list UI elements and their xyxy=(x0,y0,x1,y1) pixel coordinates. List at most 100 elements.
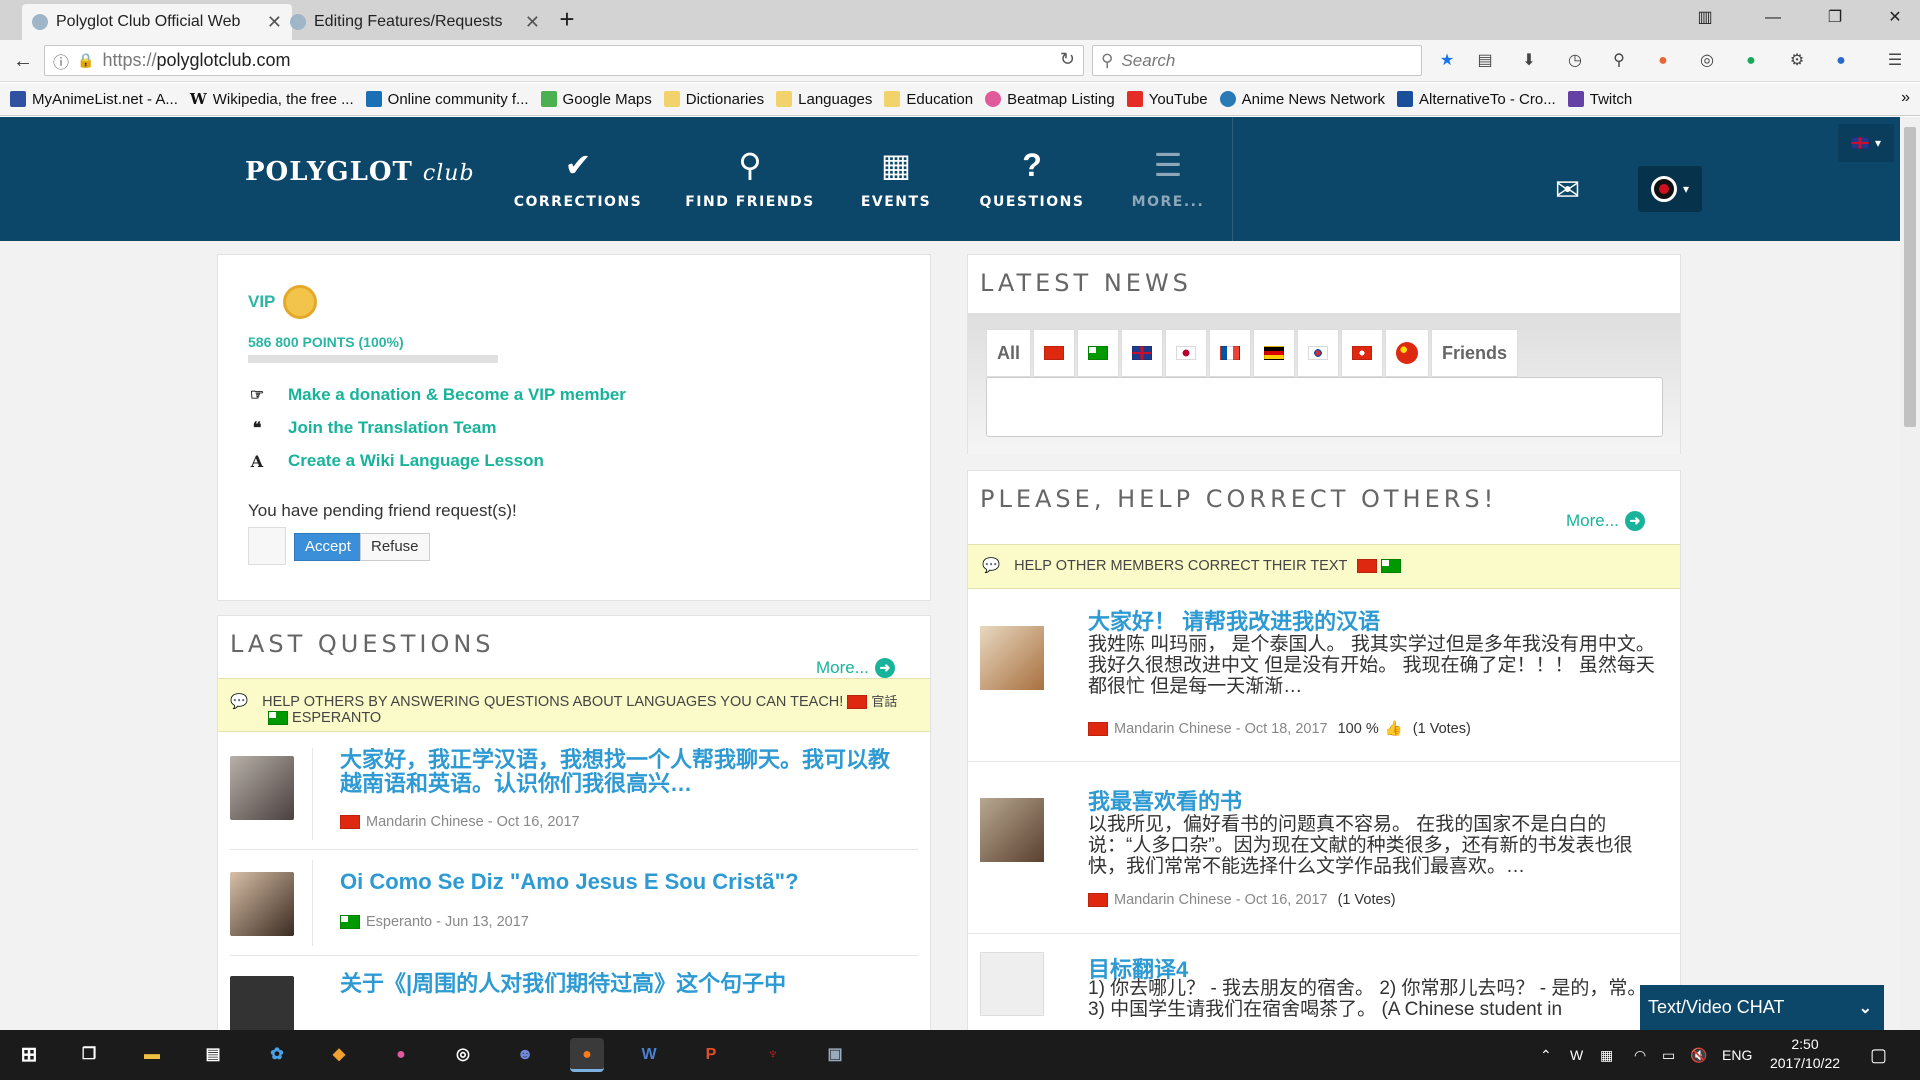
donation-link[interactable]: ☞ Make a donation & Become a VIP member xyxy=(248,385,626,405)
wifi-icon[interactable]: ◠ xyxy=(1634,1030,1646,1080)
questions-more-link[interactable]: More... ➜ xyxy=(816,658,895,678)
news-tab-korean[interactable] xyxy=(1297,329,1340,377)
polyglot-club-logo[interactable]: POLYGLOT club xyxy=(245,157,475,187)
nav-events[interactable]: ▦ EVENTS xyxy=(831,144,961,210)
question-item[interactable]: Oi Como Se Diz "Amo Jesus E Sou Cristã"?… xyxy=(230,850,918,956)
bookmark-item[interactable]: Anime News Network xyxy=(1219,91,1385,108)
bookmark-item[interactable]: Google Maps xyxy=(540,91,652,108)
nav-find-friends[interactable]: ⚲ FIND FRIENDS xyxy=(685,144,815,210)
bookmark-item[interactable]: Beatmap Listing xyxy=(985,91,1115,108)
avatar[interactable] xyxy=(980,798,1044,862)
find-icon[interactable]: ⚲ xyxy=(1608,50,1630,72)
wordreference-icon[interactable]: ● xyxy=(1830,50,1852,72)
question-item[interactable]: 大家好，我正学汉语，我想找一个人帮我聊天。我可以教越南语和英语。认识你们我很高兴… xyxy=(230,748,918,850)
minimize-button[interactable]: — xyxy=(1750,0,1796,36)
browser-tab-polyglot[interactable]: Polyglot Club Official Web ✕ xyxy=(22,4,292,40)
app-icon[interactable]: ▣ xyxy=(818,1038,852,1072)
avatar[interactable] xyxy=(230,976,294,1030)
bookmark-folder[interactable]: Languages xyxy=(776,91,872,108)
sidebar-toggle-icon[interactable]: ▥ xyxy=(1682,0,1728,36)
question-title[interactable]: 大家好，我正学汉语，我想找一个人帮我聊天。我可以教越南语和英语。认识你们我很高兴… xyxy=(340,748,910,796)
news-tab-japanese[interactable] xyxy=(1165,329,1208,377)
accept-button[interactable]: Accept xyxy=(294,533,362,561)
avatar[interactable] xyxy=(230,872,294,936)
news-tab-chinese[interactable] xyxy=(1033,329,1076,377)
discord-icon[interactable]: ☻ xyxy=(508,1038,542,1072)
mail-icon[interactable]: ✉ xyxy=(1555,173,1580,208)
tray-app-icon[interactable]: W xyxy=(1570,1030,1583,1080)
chevron-down-icon[interactable]: ⌄ xyxy=(1859,998,1872,1018)
bookmark-star-icon[interactable]: ★ xyxy=(1436,50,1458,72)
bookmark-folder[interactable]: Education xyxy=(884,91,973,108)
correction-item[interactable]: 我最喜欢看的书 以我所见，偏好看书的问题真不容易。 在我的国家不是白白的说：“人… xyxy=(968,762,1680,934)
start-button[interactable]: ⊞ xyxy=(12,1038,46,1072)
wordreference-icon[interactable]: W xyxy=(632,1038,666,1072)
correction-title[interactable]: 大家好！ 请帮我改进我的汉语 xyxy=(1088,604,1380,636)
text-video-chat-bar[interactable]: Text/Video CHAT ⌄ xyxy=(1640,985,1884,1030)
reload-icon[interactable]: ↻ xyxy=(1060,49,1075,70)
bookmark-item[interactable]: AlternativeTo - Cro... xyxy=(1397,91,1556,108)
extension-icon[interactable]: ⚙ xyxy=(1786,50,1808,72)
question-title[interactable]: 关于《|周围的人对我们期待过高》这个句子中 xyxy=(340,972,910,996)
duckduckgo-icon[interactable]: ● xyxy=(1652,50,1674,72)
nav-more[interactable]: ☰ MORE... xyxy=(1103,144,1233,210)
grammarly-icon[interactable]: ● xyxy=(1740,50,1762,72)
app-p-icon[interactable]: P xyxy=(694,1038,728,1072)
close-tab-icon[interactable]: ✕ xyxy=(525,12,540,33)
bookmark-folder[interactable]: Dictionaries xyxy=(663,91,764,108)
app-icon[interactable]: ♆ xyxy=(756,1038,790,1072)
extension-sync-icon[interactable]: ◎ xyxy=(1696,50,1718,72)
wiki-lesson-link[interactable]: A Create a Wiki Language Lesson xyxy=(248,451,544,471)
close-window-button[interactable]: ✕ xyxy=(1872,0,1918,36)
bookmark-item[interactable]: MyAnimeList.net - A... xyxy=(10,91,178,108)
obs-icon[interactable]: ◎ xyxy=(446,1038,480,1072)
translation-team-link[interactable]: ❝ Join the Translation Team xyxy=(248,418,497,438)
hamburger-menu-icon[interactable]: ☰ xyxy=(1884,50,1906,72)
avatar[interactable] xyxy=(980,952,1044,1016)
page-scrollbar[interactable] xyxy=(1900,117,1920,1030)
news-tab-french[interactable] xyxy=(1209,329,1252,377)
task-view-icon[interactable]: ❒ xyxy=(72,1038,106,1072)
corrections-more-link[interactable]: More... ➜ xyxy=(1566,511,1645,531)
restore-button[interactable]: ❐ xyxy=(1812,0,1858,36)
question-item[interactable]: 关于《|周围的人对我们期待过高》这个句子中 xyxy=(230,956,918,1030)
volume-muted-icon[interactable]: 🔇 xyxy=(1690,1030,1707,1080)
language-selector[interactable]: ▾ xyxy=(1838,124,1894,162)
download-icon[interactable]: ⬇ xyxy=(1518,50,1540,72)
bookmark-item[interactable]: Online community f... xyxy=(365,91,529,108)
correction-item[interactable]: 目标翻译4 1) 你去哪儿？ - 我去朋友的宿舍。 2) 你常那儿去吗？ - 是… xyxy=(968,934,1680,1030)
notepad-icon[interactable]: ▤ xyxy=(196,1038,230,1072)
back-button[interactable]: ← xyxy=(8,46,38,76)
question-title[interactable]: Oi Como Se Diz "Amo Jesus E Sou Cristã"? xyxy=(340,870,799,894)
news-tab-english[interactable] xyxy=(1121,329,1164,377)
correction-title[interactable]: 我最喜欢看的书 xyxy=(1088,784,1242,816)
language-indicator[interactable]: ENG xyxy=(1722,1030,1752,1080)
requester-avatar[interactable] xyxy=(248,527,286,565)
news-tab-esperanto[interactable] xyxy=(1077,329,1120,377)
nav-corrections[interactable]: ✔ CORRECTIONS xyxy=(513,144,643,210)
address-bar[interactable]: ⓘ 🔒 https://polyglotclub.com ↻ xyxy=(44,45,1084,76)
thumbs-up-icon[interactable]: 👍 xyxy=(1385,720,1403,737)
file-explorer-icon[interactable]: ▬ xyxy=(135,1038,169,1072)
avatar[interactable] xyxy=(980,626,1044,690)
history-icon[interactable]: ◷ xyxy=(1564,50,1586,72)
news-tab-german[interactable] xyxy=(1253,329,1296,377)
news-tab-cantonese[interactable] xyxy=(1341,329,1384,377)
firefox-icon[interactable]: ● xyxy=(570,1038,604,1072)
notifications-icon[interactable]: ▢ xyxy=(1870,1030,1887,1080)
battery-icon[interactable]: ▭ xyxy=(1662,1030,1675,1080)
new-tab-button[interactable]: + xyxy=(552,4,582,34)
nav-questions[interactable]: ? QUESTIONS xyxy=(967,144,1097,210)
scrollbar-thumb[interactable] xyxy=(1904,127,1916,427)
info-icon[interactable]: ⓘ xyxy=(53,49,69,73)
taskbar-clock[interactable]: 2:50 2017/10/22 xyxy=(1760,1035,1850,1073)
news-tab-friends[interactable]: Friends xyxy=(1431,329,1519,377)
refuse-button[interactable]: Refuse xyxy=(360,533,430,561)
app-icon[interactable]: ✿ xyxy=(260,1038,294,1072)
bookmark-item[interactable]: Twitch xyxy=(1567,91,1632,108)
browser-tab-editing[interactable]: Editing Features/Requests ✕ xyxy=(280,4,550,40)
news-tab-chinese-round[interactable] xyxy=(1385,329,1430,377)
user-menu-dropdown[interactable]: ▾ xyxy=(1638,166,1702,212)
news-tab-all[interactable]: All xyxy=(986,329,1032,377)
bookmark-item[interactable]: YouTube xyxy=(1126,91,1208,108)
